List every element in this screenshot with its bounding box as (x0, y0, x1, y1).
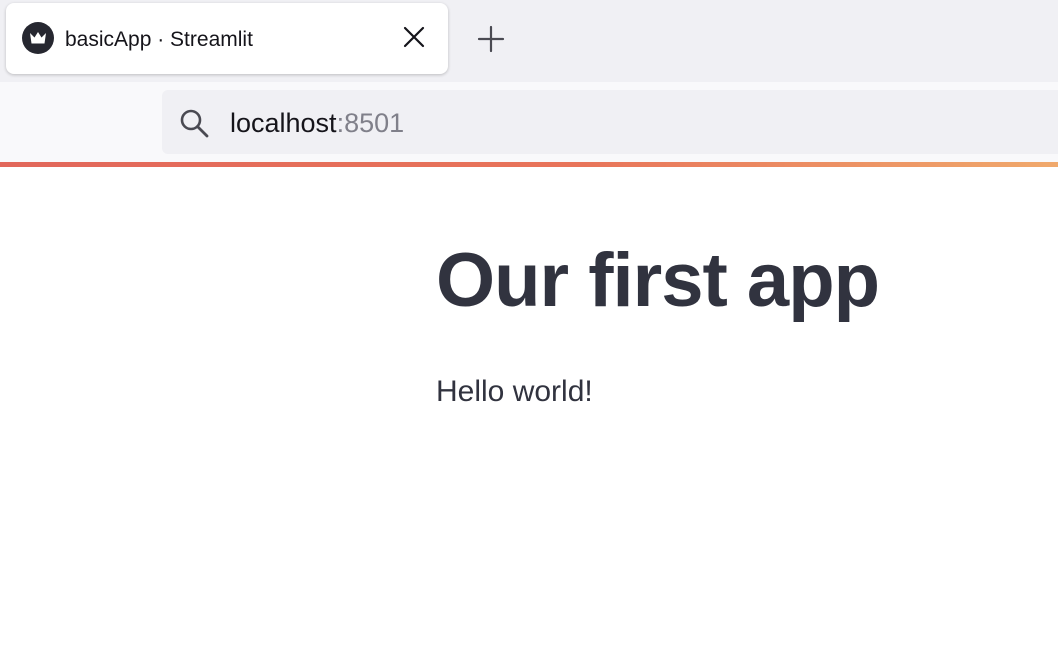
address-bar[interactable]: localhost:8501 (162, 90, 1058, 154)
tab-title: basicApp · Streamlit (65, 28, 253, 51)
url-port: :8501 (336, 108, 405, 138)
browser-tab[interactable]: basicApp · Streamlit (6, 3, 448, 74)
tab-strip: basicApp · Streamlit (0, 0, 1058, 82)
page-title: Our first app (436, 238, 880, 323)
streamlit-crown-icon (22, 22, 54, 54)
navigation-bar: localhost:8501 (0, 82, 1058, 162)
search-icon (179, 108, 209, 138)
plus-icon[interactable] (476, 24, 506, 54)
close-icon[interactable] (402, 25, 426, 49)
url-text[interactable]: localhost:8501 (230, 107, 404, 139)
body-text: Hello world! (436, 375, 593, 408)
url-host: localhost (230, 108, 337, 138)
